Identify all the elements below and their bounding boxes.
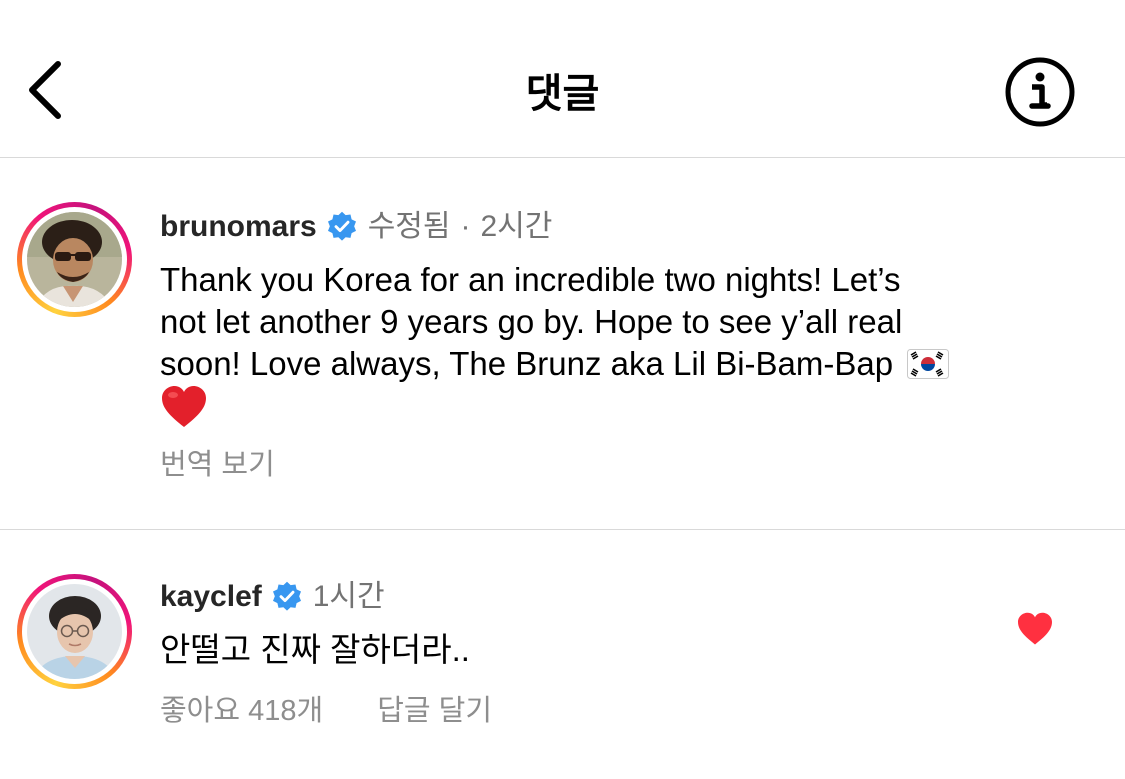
header-divider bbox=[0, 157, 1125, 158]
comment-text-line: Thank you Korea for an incredible two ni… bbox=[160, 261, 901, 298]
translate-button[interactable]: 번역 보기 bbox=[160, 449, 275, 481]
heart-filled-icon bbox=[1018, 612, 1052, 645]
comment-text-line: soon! Love always, The Brunz aka Lil Bi-… bbox=[160, 345, 894, 382]
avatar[interactable] bbox=[17, 574, 132, 689]
username[interactable]: kayclef bbox=[160, 577, 262, 617]
likes-count[interactable]: 좋아요 418개 bbox=[160, 695, 323, 727]
avatar[interactable] bbox=[17, 202, 132, 317]
red-heart-emoji bbox=[162, 386, 206, 427]
comment-text-line-wrap: soon! Love always, The Brunz aka Lil Bi-… bbox=[160, 343, 1080, 385]
info-circle-icon bbox=[1005, 57, 1075, 127]
comment-text-line-emoji bbox=[160, 385, 1080, 433]
like-button[interactable] bbox=[1016, 612, 1054, 646]
avatar-image bbox=[27, 584, 122, 679]
comment-text: Thank you Korea for an incredible two ni… bbox=[160, 259, 1080, 433]
comment-actions: 좋아요 418개 답글 달기 bbox=[160, 691, 492, 731]
username[interactable]: brunomars bbox=[160, 207, 317, 247]
edited-label: 수정됨 bbox=[367, 210, 451, 243]
header-bar: 댓글 bbox=[0, 0, 1125, 157]
comment-actions: 번역 보기 bbox=[160, 445, 275, 485]
comment-divider bbox=[0, 529, 1125, 530]
timestamp: 2시간 bbox=[480, 210, 553, 243]
page-title: 댓글 bbox=[525, 72, 600, 116]
comment-text: 안떨고 진짜 잘하더라.. bbox=[160, 629, 1080, 671]
comment-text-line: 안떨고 진짜 잘하더라.. bbox=[160, 631, 470, 668]
comment-text-line: not let another 9 years go by. Hope to s… bbox=[160, 303, 903, 340]
comment-meta: brunomars 수정됨 · 2시간 bbox=[160, 207, 552, 247]
timestamp: 1시간 bbox=[312, 580, 385, 613]
comment-meta: kayclef 1시간 bbox=[160, 577, 385, 617]
verified-badge-icon bbox=[326, 211, 358, 243]
meta-separator: · bbox=[460, 210, 471, 243]
avatar-image bbox=[27, 212, 122, 307]
reply-button[interactable]: 답글 달기 bbox=[377, 695, 492, 727]
verified-badge-icon bbox=[271, 581, 303, 613]
info-button[interactable] bbox=[1004, 56, 1076, 128]
south-korea-flag-emoji bbox=[907, 349, 950, 379]
